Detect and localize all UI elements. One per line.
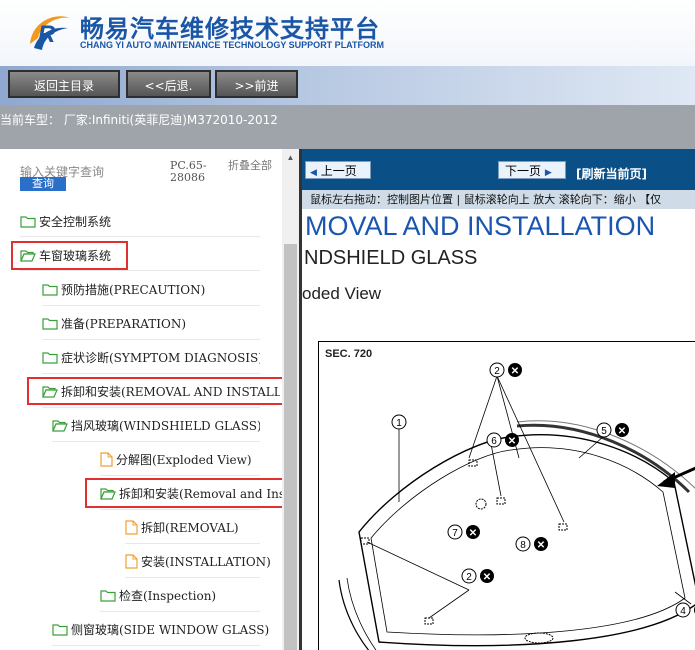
folder-icon xyxy=(42,351,58,364)
collapse-all-link[interactable]: 折叠全部 xyxy=(228,160,272,172)
divider xyxy=(42,407,260,408)
divider xyxy=(125,577,260,578)
search-button[interactable]: 查询 xyxy=(20,177,66,191)
callout-4: 4 xyxy=(680,606,686,617)
divider xyxy=(42,373,260,374)
tree-item-label: 检查(Inspection) xyxy=(119,588,217,603)
windshield-drawing: 1 2 ✕ 5 ✕ 6 ✕ 7 ✕ 8 ✕ 2 ✕ 4 xyxy=(338,362,695,650)
next-page-button[interactable]: 下一页 ▶ xyxy=(498,161,566,179)
vehicle-bar: 当前车型： 厂家:Infiniti(英菲尼迪)M372010-2012 xyxy=(0,105,695,149)
exploded-view-diagram: SEC. 720 1 2 ✕ 5 ✕ 6 ✕ 7 ✕ 8 ✕ 2 ✕ 4 xyxy=(318,341,695,650)
document-icon xyxy=(125,519,138,535)
svg-text:✕: ✕ xyxy=(469,528,477,539)
svg-text:✕: ✕ xyxy=(618,426,626,437)
divider xyxy=(100,475,260,476)
callout-2b: 2 xyxy=(466,572,472,583)
callout-8: 8 xyxy=(520,540,526,551)
document-icon xyxy=(125,553,138,569)
callout-5: 5 xyxy=(601,426,607,437)
prev-page-label: 上一页 xyxy=(320,164,357,178)
divider xyxy=(52,441,260,442)
svg-text:✕: ✕ xyxy=(483,572,491,583)
folder-icon xyxy=(42,317,58,330)
doc-section: oded View xyxy=(302,284,382,303)
scroll-thumb[interactable] xyxy=(284,244,297,650)
document-viewer[interactable]: ◀ 上一页 下一页 ▶ [刷新当前页] 鼠标左右拖动：控制图片位置 | 鼠标滚轮… xyxy=(299,149,695,650)
svg-text:✕: ✕ xyxy=(511,366,519,377)
tree-item-safety-control[interactable]: 安全控制系统 xyxy=(20,210,260,232)
tree-item-label: 分解图(Exploded View) xyxy=(116,452,252,467)
svg-text:✕: ✕ xyxy=(508,436,516,447)
viewer-hint: 鼠标左右拖动：控制图片位置 | 鼠标滚轮向上 放大 滚轮向下：缩小 【仅 xyxy=(302,190,695,209)
tree-item-label: 症状诊断(SYMPTOM DIAGNOSIS) xyxy=(61,350,260,365)
tree-item-removal[interactable]: 拆卸(REMOVAL) xyxy=(125,516,260,538)
divider xyxy=(125,543,260,544)
tree-item-label: 预防措施(PRECAUTION) xyxy=(61,282,206,297)
tree-item-label: 安全控制系统 xyxy=(39,214,112,229)
folder-icon xyxy=(52,623,68,636)
app-title: 畅易汽车维修技术支持平台 xyxy=(80,15,380,43)
divider xyxy=(42,305,260,306)
forward-button[interactable]: >>前进 xyxy=(215,70,298,98)
tree-item-installation[interactable]: 安装(INSTALLATION) xyxy=(125,550,270,572)
highlight-box xyxy=(27,377,292,405)
app-subtitle: CHANG YI AUTO MAINTENANCE TECHNOLOGY SUP… xyxy=(80,40,385,50)
svg-text:✕: ✕ xyxy=(537,540,545,551)
tree-item-windshield-glass[interactable]: 挡风玻璃(WINDSHIELD GLASS) xyxy=(52,414,260,436)
viewer-toolbar: ◀ 上一页 下一页 ▶ [刷新当前页] xyxy=(302,149,695,190)
nav-bar: 返回主目录 <<后退. >>前进 xyxy=(0,66,695,105)
sidebar-scrollbar[interactable]: ▲ xyxy=(282,149,299,650)
tree-item-preparation[interactable]: 准备(PREPARATION) xyxy=(42,312,260,334)
highlight-box xyxy=(85,478,288,508)
tree-item-label: 安装(INSTALLATION) xyxy=(141,554,270,569)
next-page-label: 下一页 xyxy=(505,164,542,178)
tree-item-exploded-view[interactable]: 分解图(Exploded View) xyxy=(100,448,260,470)
divider xyxy=(42,339,260,340)
tree-item-label: 侧窗玻璃(SIDE WINDOW GLASS) xyxy=(71,622,270,637)
arrow-right-icon: ▶ xyxy=(544,168,552,178)
svg-text:R: R xyxy=(38,21,56,48)
callout-6: 6 xyxy=(491,436,497,447)
folder-icon xyxy=(100,589,116,602)
tree-item-inspection[interactable]: 检查(Inspection) xyxy=(100,584,260,606)
callout-7: 7 xyxy=(452,528,458,539)
folder-icon xyxy=(20,215,36,228)
highlight-box xyxy=(11,241,128,270)
tree-item-label: 拆卸(REMOVAL) xyxy=(141,520,239,535)
document-icon xyxy=(100,451,113,467)
tree-item-side-window-glass[interactable]: 侧窗玻璃(SIDE WINDOW GLASS) xyxy=(52,618,272,640)
divider xyxy=(20,236,260,237)
app-header: R 畅易汽车维修技术支持平台 CHANG YI AUTO MAINTENANCE… xyxy=(0,0,695,67)
sidebar-tree: 输入关键字查询 查询 PC.65-28086 折叠全部 安全控制系统 车窗玻璃系… xyxy=(0,149,299,650)
tree-item-label: 准备(PREPARATION) xyxy=(61,316,186,331)
scroll-up-arrow-icon[interactable]: ▲ xyxy=(282,149,299,166)
callout-2: 2 xyxy=(494,366,500,377)
pc-code: PC.65-28086 xyxy=(170,159,207,184)
folder-icon xyxy=(42,283,58,296)
doc-title: MOVAL AND INSTALLATION xyxy=(305,211,656,241)
back-button[interactable]: <<后退. xyxy=(126,70,211,98)
folder-open-icon xyxy=(52,419,68,432)
home-button[interactable]: 返回主目录 xyxy=(8,70,120,98)
divider xyxy=(100,611,260,612)
tree-item-precaution[interactable]: 预防措施(PRECAUTION) xyxy=(42,278,260,300)
prev-page-button[interactable]: ◀ 上一页 xyxy=(305,161,371,179)
callout-1: 1 xyxy=(396,418,402,429)
divider xyxy=(100,509,260,510)
tree-item-label: 挡风玻璃(WINDSHIELD GLASS) xyxy=(71,418,260,433)
current-vehicle: 当前车型： 厂家:Infiniti(英菲尼迪)M372010-2012 xyxy=(0,113,278,127)
doc-subtitle: NDSHIELD GLASS xyxy=(304,247,478,269)
refresh-page-link[interactable]: [刷新当前页] xyxy=(576,165,647,182)
arrow-left-icon: ◀ xyxy=(310,168,317,178)
cy-logo-icon: R xyxy=(30,16,70,50)
tree-item-symptom-diagnosis[interactable]: 症状诊断(SYMPTOM DIAGNOSIS) xyxy=(42,346,260,368)
divider xyxy=(20,270,260,271)
divider xyxy=(52,645,260,646)
